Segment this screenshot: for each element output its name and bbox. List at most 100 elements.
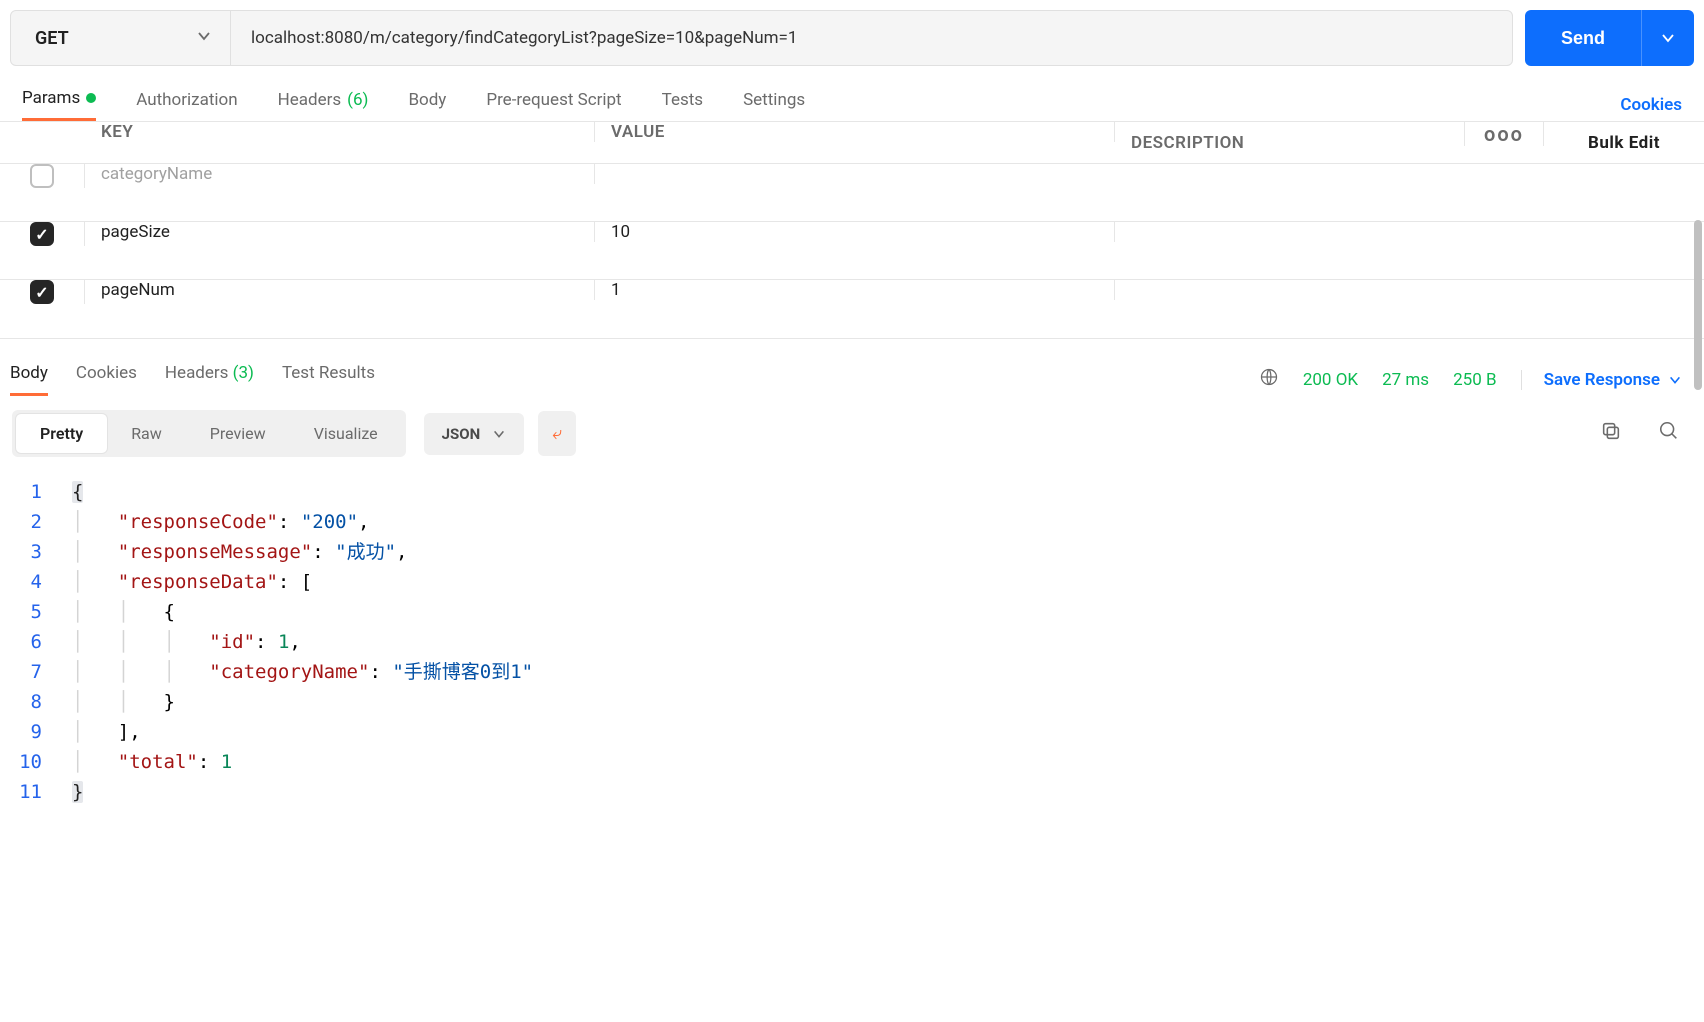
param-key-input[interactable]: categoryName: [85, 164, 595, 184]
language-select[interactable]: JSON: [424, 413, 525, 455]
line-number: 5: [0, 597, 72, 627]
save-response-button[interactable]: Save Response: [1521, 370, 1682, 390]
tab-params-label: Params: [22, 88, 80, 108]
param-value-input[interactable]: 1: [595, 280, 1115, 300]
json-key: "responseMessage": [118, 541, 312, 563]
param-key-input[interactable]: pageSize: [85, 222, 595, 242]
wrap-icon: ⤶: [552, 423, 562, 444]
tab-params[interactable]: Params: [22, 88, 96, 121]
line-wrap-button[interactable]: ⤶: [538, 411, 576, 456]
body-format-row: Pretty Raw Preview Visualize JSON ⤶: [0, 396, 1704, 471]
json-value: 1: [278, 631, 289, 653]
chevron-down-icon: [196, 28, 212, 49]
cookies-link[interactable]: Cookies: [1620, 95, 1682, 115]
resp-tab-test-results[interactable]: Test Results: [282, 363, 375, 396]
code-line: 11 }: [0, 777, 1704, 807]
view-visualize-button[interactable]: Visualize: [290, 414, 402, 453]
http-method-select[interactable]: GET: [11, 11, 231, 65]
line-number: 2: [0, 507, 72, 537]
code-line: 9 │ ],: [0, 717, 1704, 747]
params-modified-dot-icon: [86, 93, 96, 103]
line-number: 3: [0, 537, 72, 567]
code-line: 7 │ │ │ "categoryName": "手撕博客0到1": [0, 657, 1704, 687]
tab-authorization[interactable]: Authorization: [136, 88, 237, 121]
search-icon: [1658, 420, 1680, 442]
line-number: 1: [0, 477, 72, 507]
code-line: 8 │ │ }: [0, 687, 1704, 717]
code-line: 1 {: [0, 477, 1704, 507]
search-button[interactable]: [1658, 420, 1680, 448]
param-value-input[interactable]: 10: [595, 222, 1115, 242]
request-bar: GET localhost:8080/m/category/findCatego…: [0, 0, 1704, 76]
json-value: 1: [221, 751, 232, 773]
row-checkbox-cell: ✓: [0, 280, 85, 304]
col-description: DESCRIPTION: [1115, 133, 1464, 153]
line-number: 7: [0, 657, 72, 687]
globe-icon[interactable]: [1259, 367, 1279, 392]
param-key-input[interactable]: pageNum: [85, 280, 595, 300]
tab-headers-count: (6): [347, 90, 368, 110]
request-tabs: Params Authorization Headers (6) Body Pr…: [22, 88, 805, 121]
view-preview-button[interactable]: Preview: [186, 414, 290, 453]
response-time: 27 ms: [1382, 370, 1429, 390]
chevron-down-icon: [492, 427, 506, 441]
method-url-wrap: GET localhost:8080/m/category/findCatego…: [10, 10, 1513, 66]
body-actions: [1600, 420, 1680, 448]
col-value: VALUE: [595, 122, 1115, 142]
row-checkbox-cell: [0, 164, 85, 188]
response-size: 250 B: [1453, 370, 1496, 390]
resp-tab-headers-count: (3): [233, 363, 254, 383]
row-checkbox[interactable]: [30, 164, 54, 188]
code-line: 2 │ "responseCode": "200",: [0, 507, 1704, 537]
status-code: 200 OK: [1303, 370, 1358, 390]
request-url-input[interactable]: localhost:8080/m/category/findCategoryLi…: [231, 11, 1512, 65]
save-response-label: Save Response: [1544, 370, 1660, 390]
request-tabs-row: Params Authorization Headers (6) Body Pr…: [0, 88, 1704, 121]
col-key: KEY: [85, 122, 595, 142]
more-actions-button[interactable]: ooo: [1464, 122, 1544, 146]
tab-tests[interactable]: Tests: [662, 88, 703, 121]
resp-tab-body[interactable]: Body: [10, 363, 48, 396]
json-value: "手撕博客0到1": [392, 661, 533, 683]
response-body-viewer[interactable]: 1 { 2 │ "responseCode": "200", 3 │ "resp…: [0, 471, 1704, 807]
line-number: 10: [0, 747, 72, 777]
table-row: ✓ pageSize 10: [0, 222, 1704, 280]
response-bar: Body Cookies Headers (3) Test Results 20…: [0, 363, 1704, 396]
copy-icon: [1600, 420, 1622, 442]
params-table-header: KEY VALUE DESCRIPTION ooo Bulk Edit: [0, 122, 1704, 164]
line-number: 11: [0, 777, 72, 807]
line-number: 4: [0, 567, 72, 597]
http-method-label: GET: [35, 28, 69, 49]
tab-headers-label: Headers: [278, 90, 342, 110]
line-number: 9: [0, 717, 72, 747]
json-value: "成功": [335, 541, 396, 563]
send-button-group: Send: [1525, 10, 1694, 66]
code-line: 5 │ │ {: [0, 597, 1704, 627]
view-mode-segment: Pretty Raw Preview Visualize: [12, 410, 406, 457]
bulk-edit-button[interactable]: Bulk Edit: [1544, 133, 1704, 153]
table-row: ✓ pageNum 1: [0, 280, 1704, 338]
tab-prerequest[interactable]: Pre-request Script: [486, 88, 621, 121]
json-key: "categoryName": [209, 661, 369, 683]
request-url-value: localhost:8080/m/category/findCategoryLi…: [251, 28, 797, 48]
row-checkbox[interactable]: ✓: [30, 280, 54, 304]
resp-tab-headers[interactable]: Headers (3): [165, 363, 254, 396]
view-raw-button[interactable]: Raw: [107, 414, 186, 453]
line-number: 6: [0, 627, 72, 657]
scrollbar-thumb[interactable]: [1694, 220, 1702, 390]
tab-body[interactable]: Body: [408, 88, 446, 121]
row-checkbox[interactable]: ✓: [30, 222, 54, 246]
resp-tab-headers-label: Headers: [165, 363, 229, 383]
code-line: 3 │ "responseMessage": "成功",: [0, 537, 1704, 567]
code-line: 10 │ "total": 1: [0, 747, 1704, 777]
code-line: 6 │ │ │ "id": 1,: [0, 627, 1704, 657]
table-row: categoryName: [0, 164, 1704, 222]
copy-button[interactable]: [1600, 420, 1622, 448]
tab-headers[interactable]: Headers (6): [278, 88, 369, 121]
resp-tab-cookies[interactable]: Cookies: [76, 363, 137, 396]
tab-settings[interactable]: Settings: [743, 88, 805, 121]
view-pretty-button[interactable]: Pretty: [16, 414, 107, 453]
json-key: "id": [209, 631, 255, 653]
send-button[interactable]: Send: [1525, 10, 1641, 66]
send-dropdown-button[interactable]: [1641, 10, 1694, 66]
